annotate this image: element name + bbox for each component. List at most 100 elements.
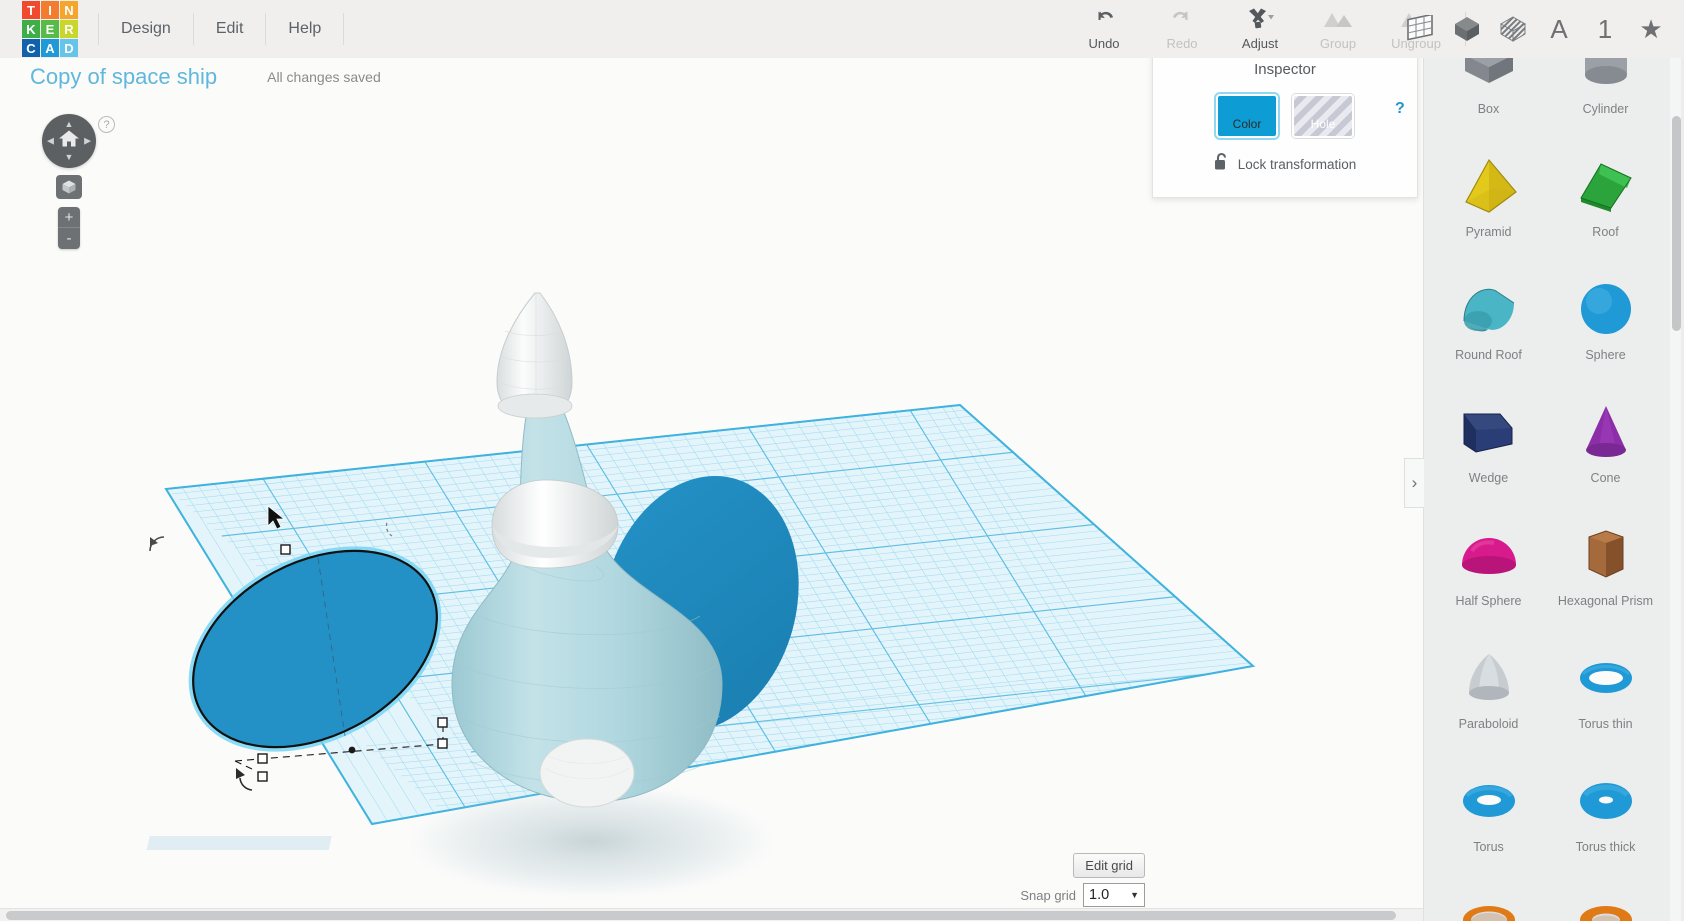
3d-canvas[interactable]: ▲ ▼ ◀ ▶ + - ? Edit grid Snap grid 1.0 ▼	[0, 96, 1423, 921]
shape-cell-torus[interactable]: Torus	[1430, 748, 1547, 871]
adjust-button[interactable]: Adjust	[1221, 0, 1299, 56]
snap-grid-select[interactable]: 1.0 ▼	[1083, 883, 1145, 907]
snap-grid-row: Snap grid 1.0 ▼	[1020, 883, 1145, 907]
hole-swatch-label: Hole	[1310, 117, 1336, 131]
menu-item-edit[interactable]: Edit	[194, 13, 267, 45]
roof-shape-label: Roof	[1592, 225, 1619, 239]
star-label: ★	[1639, 13, 1663, 44]
hexagonal-prism-shape-label: Hexagonal Prism	[1557, 594, 1654, 608]
inspector-help-icon[interactable]: ?	[1395, 100, 1664, 118]
main-menu: Design Edit Help	[98, 0, 345, 58]
zoom-controls: + -	[58, 207, 80, 249]
canvas-scrollbar-thumb[interactable]	[6, 911, 1396, 920]
snap-grid-value: 1.0	[1089, 887, 1110, 903]
view-home-pad[interactable]: ▲ ▼ ◀ ▶	[42, 114, 96, 168]
shape-cell-pyramid[interactable]: Pyramid	[1430, 133, 1547, 256]
torus-shape-icon	[1454, 764, 1524, 838]
adjust-tools-icon	[1245, 6, 1275, 32]
shape-cell-cylinder[interactable]: Cylinder	[1547, 58, 1664, 133]
handle-right-upper	[437, 717, 448, 728]
torus-thick-shape-label: Torus thick	[1575, 840, 1636, 854]
shape-cell-sphere[interactable]: Sphere	[1547, 256, 1664, 379]
redo-button[interactable]: Redo	[1143, 0, 1221, 56]
wedge-shape-icon	[1454, 395, 1524, 469]
shadow-bar	[146, 836, 332, 850]
zoom-in-button[interactable]: +	[58, 207, 80, 228]
group-button[interactable]: Group	[1299, 0, 1377, 56]
zoom-out-button[interactable]: -	[58, 228, 80, 249]
group-mountains-icon	[1321, 6, 1355, 32]
shapes-scroll-area[interactable]: Box Cylinder Pyramid Roof Round Roof Sph…	[1424, 58, 1670, 921]
view-navigation-controls: ▲ ▼ ◀ ▶ + -	[38, 114, 108, 249]
shape-cell-roof[interactable]: Roof	[1547, 133, 1664, 256]
paraboloid-shape-icon	[1454, 641, 1524, 715]
view-arrow-left-icon[interactable]: ◀	[47, 136, 54, 146]
tube-thin-shape-icon	[1454, 887, 1524, 921]
logo-tile-r: R	[60, 20, 78, 38]
color-swatch-label: Color	[1232, 117, 1262, 131]
edit-grid-button[interactable]: Edit grid	[1073, 853, 1145, 878]
undo-button[interactable]: Undo	[1065, 0, 1143, 56]
logo-tile-c: C	[22, 39, 40, 57]
fit-view-cube-icon[interactable]	[56, 175, 82, 199]
wedge-shape-label: Wedge	[1468, 471, 1509, 485]
shape-cell-torus-thin[interactable]: Torus thin	[1547, 625, 1664, 748]
shape-cell-cone[interactable]: Cone	[1547, 379, 1664, 502]
text-a-icon[interactable]: A	[1538, 7, 1580, 51]
half-sphere-shape-label: Half Sphere	[1455, 594, 1522, 608]
home-view-icon	[58, 129, 80, 154]
scene-render	[146, 292, 1256, 899]
handle-top	[280, 544, 291, 555]
inspector-panel: Inspector Color Hole Lock transformation	[1152, 48, 1418, 198]
sphere-shape-icon	[1571, 272, 1641, 346]
rotate-arrow-bottom	[236, 768, 245, 779]
open-padlock-icon	[1214, 152, 1229, 176]
view-arrow-right-icon[interactable]: ▶	[84, 136, 91, 146]
number-one-icon[interactable]: 1	[1584, 7, 1626, 51]
star-favorite-icon[interactable]: ★	[1630, 7, 1672, 51]
shape-cell-round-roof[interactable]: Round Roof	[1430, 256, 1547, 379]
shape-cell-half-sphere[interactable]: Half Sphere	[1430, 502, 1547, 625]
workplane-grid-icon[interactable]	[1400, 7, 1442, 51]
lock-transformation-label: Lock transformation	[1237, 156, 1357, 172]
lock-transformation-row[interactable]: Lock transformation	[1153, 152, 1417, 176]
group-label: Group	[1319, 36, 1357, 51]
logo-tile-t: T	[22, 1, 40, 19]
pyramid-shape-label: Pyramid	[1465, 225, 1512, 239]
redo-label: Redo	[1166, 36, 1198, 51]
shapes-panel-scroll-thumb[interactable]	[1672, 116, 1681, 331]
striped-cube-icon[interactable]	[1492, 7, 1534, 51]
pyramid-shape-icon	[1454, 149, 1524, 223]
hole-swatch-button[interactable]: Hole	[1292, 94, 1354, 138]
view-arrow-up-icon[interactable]: ▲	[65, 120, 74, 129]
color-swatch-button[interactable]: Color	[1216, 94, 1278, 138]
menu-item-design[interactable]: Design	[98, 13, 194, 45]
shape-cell-tube[interactable]: Tube	[1547, 871, 1664, 921]
torus-thick-shape-icon	[1571, 764, 1641, 838]
shape-cell-tube-thin[interactable]: Tube thin	[1430, 871, 1547, 921]
torus-thin-shape-icon	[1571, 641, 1641, 715]
undo-label: Undo	[1088, 36, 1120, 51]
menu-item-help[interactable]: Help	[266, 13, 345, 45]
grid-controls: Edit grid Snap grid 1.0 ▼	[1020, 853, 1145, 907]
logo-tile-a: A	[41, 39, 59, 57]
solid-cube-icon[interactable]	[1446, 7, 1488, 51]
shapes-library-panel: › Box Cylinder Pyramid Roof Round Roof S…	[1404, 58, 1684, 921]
sphere-shape-label: Sphere	[1585, 348, 1626, 362]
inspector-swatch-row: Color Hole	[1153, 94, 1417, 138]
shape-cell-hexagonal-prism[interactable]: Hexagonal Prism	[1547, 502, 1664, 625]
text-a-label: A	[1550, 13, 1568, 44]
canvas-horizontal-scrollbar[interactable]	[0, 908, 1423, 921]
handle-bottom-left-a	[257, 753, 268, 764]
logo-tile-e: E	[41, 20, 59, 38]
page-title[interactable]: Copy of space ship	[30, 64, 217, 90]
shape-cell-wedge[interactable]: Wedge	[1430, 379, 1547, 502]
view-arrow-down-icon[interactable]: ▼	[65, 153, 74, 162]
shape-cell-paraboloid[interactable]: Paraboloid	[1430, 625, 1547, 748]
collapse-panel-button[interactable]: ›	[1404, 458, 1424, 508]
shape-cell-box[interactable]: Box	[1430, 58, 1547, 133]
logo-tile-i: I	[41, 1, 59, 19]
shape-cell-torus-thick[interactable]: Torus thick	[1547, 748, 1664, 871]
tinkercad-logo[interactable]: TIN KER CAD	[22, 1, 78, 57]
round-roof-shape-icon	[1454, 272, 1524, 346]
